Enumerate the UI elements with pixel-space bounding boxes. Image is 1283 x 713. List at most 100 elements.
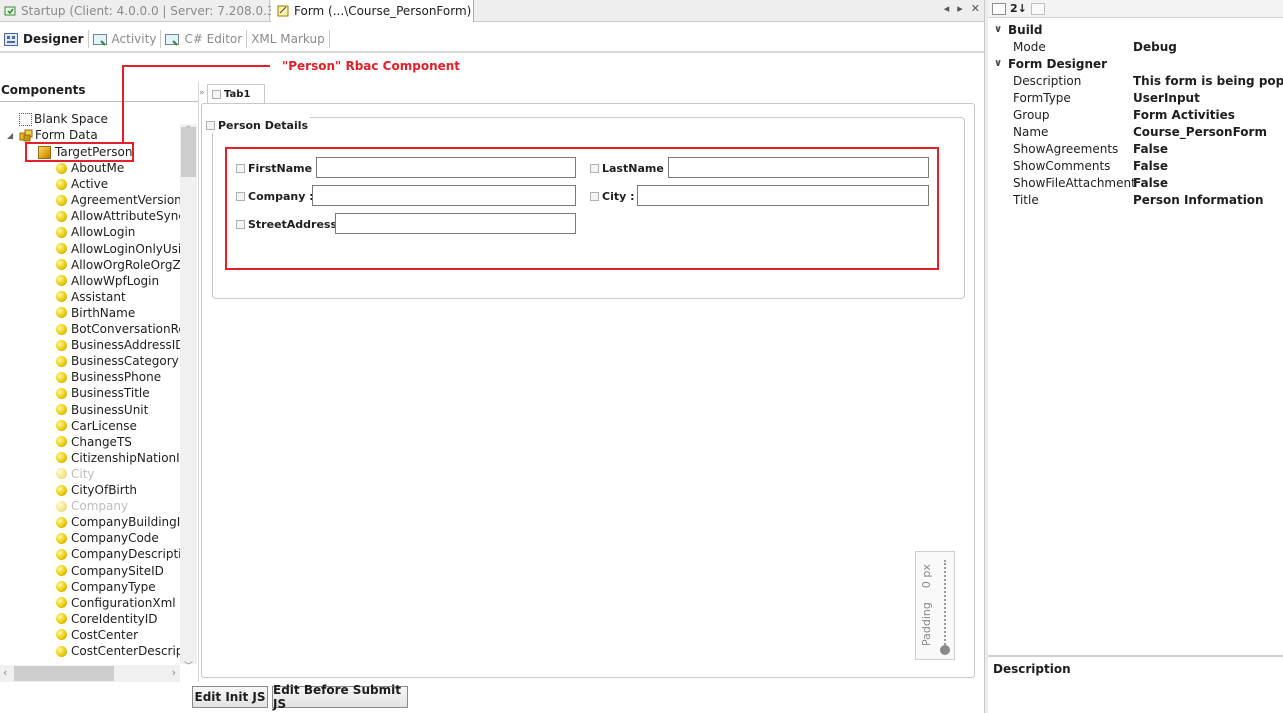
tree-item-attribute[interactable]: AgreementVersion (56, 192, 180, 208)
sort-alpha-icon[interactable]: 2↓ (1010, 2, 1027, 15)
tree-item-attribute[interactable]: BusinessTitle (56, 385, 150, 401)
view-tab-strip: Designer Activity C# Editor XML Markup (0, 27, 330, 51)
category-build[interactable]: ∨ Build (988, 21, 1043, 38)
hscroll-thumb[interactable] (14, 666, 114, 681)
tree-item-blank-space[interactable]: Blank Space (19, 111, 108, 127)
edit-before-submit-js-button[interactable]: Edit Before Submit JS (272, 683, 408, 711)
tree-item-attribute[interactable]: AllowLogin (56, 224, 135, 240)
attribute-icon (56, 548, 67, 560)
tab-person-form[interactable]: Form (...\Course_PersonForm) (271, 0, 474, 22)
prop-row[interactable]: ShowFileAttachment False (988, 174, 1283, 191)
tree-item-attribute[interactable]: BusinessUnit (56, 402, 148, 418)
chevron-down-icon[interactable]: ∨ (988, 24, 1008, 35)
attribute-icon (56, 275, 67, 287)
category-form-designer[interactable]: ∨ Form Designer (988, 55, 1107, 72)
scroll-left-icon[interactable]: ◂ (944, 2, 950, 15)
tab-xml-markup[interactable]: XML Markup (247, 30, 330, 48)
prop-row[interactable]: Description This form is being popu (988, 72, 1283, 89)
scroll-thumb[interactable] (181, 127, 196, 177)
attribute-icon (56, 387, 67, 399)
attribute-icon (56, 243, 67, 254)
prop-row-mode[interactable]: Mode Debug (988, 38, 1283, 55)
tree-item-attribute[interactable]: CostCenterDescriptio (56, 643, 180, 659)
tab1-label: Tab1 (224, 88, 251, 100)
attribute-label: AllowAttributeSync (71, 209, 180, 224)
edit-init-js-button[interactable]: Edit Init JS (192, 686, 268, 708)
components-panel: Components Blank Space ◢ Form Data Targe… (0, 80, 198, 683)
tree-item-attribute[interactable]: BotConversationRefe (56, 321, 180, 337)
prop-name: ShowAgreements (1013, 141, 1119, 156)
attribute-icon (56, 210, 67, 222)
tree-item-attribute[interactable]: BirthName (56, 305, 135, 321)
close-icon[interactable]: ✕ (971, 2, 980, 15)
tree-item-attribute[interactable]: BusinessCategory (56, 353, 179, 369)
tab-startup[interactable]: Startup (Client: 4.0.0.0 | Server: 7.208… (0, 0, 310, 21)
attribute-icon (56, 484, 67, 496)
collapse-icon[interactable]: ◢ (7, 131, 15, 140)
attribute-label: BusinessCategory (71, 354, 179, 369)
tree-item-attribute[interactable]: BusinessPhone (56, 369, 161, 385)
padding-slider[interactable]: Padding 0 px (915, 551, 955, 660)
tree-item-attribute[interactable]: CompanyBuildingID (56, 514, 180, 530)
prop-name: ShowComments (1013, 158, 1111, 173)
attribute-icon (56, 339, 67, 351)
tree-item-attribute[interactable]: CompanySiteID (56, 563, 164, 579)
attribute-icon (56, 307, 67, 319)
attribute-label: AllowLoginOnlyUsin (71, 241, 180, 256)
tree-vertical-scrollbar[interactable]: ︿ ﹀ (180, 121, 197, 672)
tree-horizontal-scrollbar[interactable]: ‹ › (0, 665, 180, 682)
tree-item-attribute[interactable]: AllowOrgRoleOrgZo (56, 257, 180, 273)
attribute-label: ConfigurationXml (71, 595, 176, 610)
tree-item-attribute[interactable]: CompanyDescription (56, 546, 180, 562)
prop-row[interactable]: ShowAgreements False (988, 140, 1283, 157)
group-title-label: Person Details (218, 118, 309, 132)
tree-item-attribute[interactable]: Company (56, 498, 128, 514)
attribute-label: BusinessPhone (71, 370, 162, 385)
tab-designer[interactable]: Designer (0, 30, 89, 48)
scroll-down-icon[interactable]: ﹀ (184, 659, 193, 672)
tree-item-attribute[interactable]: CompanyType (56, 579, 156, 595)
tree-item-attribute[interactable]: Active (56, 176, 108, 192)
tree-item-attribute[interactable]: AboutMe (56, 160, 124, 176)
attribute-label: CompanyType (71, 579, 156, 594)
prop-row[interactable]: Group Form Activities (988, 106, 1283, 123)
tree-item-attribute[interactable]: CarLicense (56, 418, 137, 434)
tree-item-attribute[interactable]: AllowWpfLogin (56, 273, 159, 289)
prop-row[interactable]: FormType UserInput (988, 89, 1283, 106)
tree-item-attribute[interactable]: CostCenter (56, 627, 138, 643)
attribute-icon (56, 500, 67, 512)
chevron-down-icon[interactable]: ∨ (988, 58, 1008, 69)
attribute-icon (56, 355, 67, 367)
tab-controls: ◂ ▸ ✕ (944, 2, 980, 15)
padding-knob[interactable] (940, 645, 950, 655)
tree-item-attribute[interactable]: AllowAttributeSync (56, 208, 180, 224)
tree-item-attribute[interactable]: ChangeTS (56, 434, 132, 450)
tree-item-attribute[interactable]: ConfigurationXml (56, 595, 176, 611)
prop-row[interactable]: Title Person Information (988, 191, 1283, 208)
tree-item-attribute[interactable]: CityOfBirth (56, 482, 137, 498)
prop-row[interactable]: Name Course_PersonForm (988, 123, 1283, 140)
tree-item-attribute[interactable]: BusinessAddressID (56, 337, 180, 353)
tree-item-attribute[interactable]: City (56, 466, 95, 482)
blank-space-label: Blank Space (34, 112, 108, 126)
attribute-icon (56, 162, 67, 174)
tab-activity[interactable]: Activity (89, 30, 162, 48)
scroll-left-icon[interactable]: ‹ (3, 666, 7, 679)
tree-item-attribute[interactable]: CoreIdentityID (56, 611, 158, 627)
tree-item-attribute[interactable]: CompanyCode (56, 530, 159, 546)
tree-item-form-data[interactable]: Form Data (19, 127, 98, 143)
tab-csharp-editor[interactable]: C# Editor (161, 30, 248, 48)
scroll-right-icon[interactable]: › (172, 666, 176, 679)
scroll-right-icon[interactable]: ▸ (957, 2, 963, 15)
tab-tab1[interactable]: Tab1 (207, 84, 265, 103)
attribute-label: Company (71, 499, 129, 514)
tree-item-attribute[interactable]: Assistant (56, 289, 126, 305)
prop-row[interactable]: ShowComments False (988, 157, 1283, 174)
categorized-icon[interactable] (992, 2, 1006, 15)
tree-item-attribute[interactable]: AllowLoginOnlyUsin (56, 241, 180, 257)
target-person-highlight (25, 142, 134, 162)
padding-label: Padding 0 px (920, 564, 933, 646)
attribute-label: Active (71, 177, 109, 192)
property-pages-icon[interactable] (1030, 2, 1045, 15)
tree-item-attribute[interactable]: CitizenshipNationID (56, 450, 180, 466)
